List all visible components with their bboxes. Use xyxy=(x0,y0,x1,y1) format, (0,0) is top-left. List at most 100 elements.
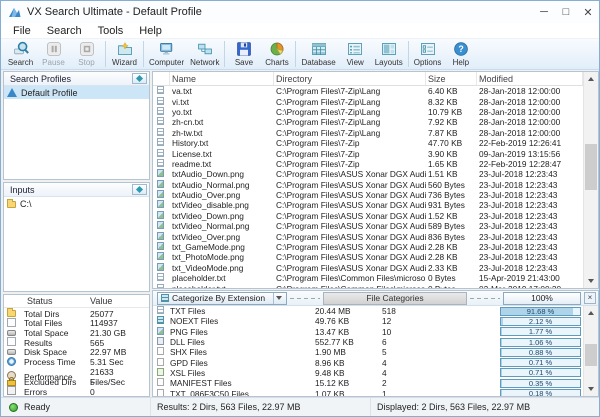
file-row[interactable]: zh-cn.txt C:\Program Files\7-Zip\Lang 7.… xyxy=(153,117,598,127)
modified-column-header[interactable]: Modified xyxy=(477,72,583,85)
file-row[interactable]: txt_VideoMode.png C:\Program Files\ASUS … xyxy=(153,263,598,273)
file-modified: 23-Jul-2018 12:23:43 xyxy=(477,169,583,179)
file-row[interactable]: txtVideo_Over.png C:\Program Files\ASUS … xyxy=(153,231,598,241)
category-row[interactable]: PNG Files 13.47 KB 10 1.77 % xyxy=(153,327,598,337)
panel-options-icon[interactable] xyxy=(132,184,147,195)
category-row[interactable]: GPD Files 8.96 KB 4 0.71 % xyxy=(153,357,598,367)
file-size: 7.87 KB xyxy=(426,128,477,138)
results-summary: Results: 2 Dirs, 563 Files, 22.97 MB xyxy=(157,402,301,412)
name-column-header[interactable]: Name xyxy=(170,72,274,85)
network-button[interactable]: Network xyxy=(187,40,222,69)
category-row[interactable]: SHX Files 1.90 MB 5 0.88 % xyxy=(153,347,598,357)
layouts-button[interactable]: Layouts xyxy=(372,40,406,69)
category-row[interactable]: MANIFEST Files 15.12 KB 2 0.35 % xyxy=(153,378,598,388)
file-row[interactable]: txtVideo_Down.png C:\Program Files\ASUS … xyxy=(153,211,598,221)
file-row[interactable]: License.txt C:\Program Files\7-Zip 3.90 … xyxy=(153,148,598,158)
file-row[interactable]: txt_GameMode.png C:\Program Files\ASUS X… xyxy=(153,242,598,252)
categories-panel: Categorize By Extension File Categories … xyxy=(152,290,599,397)
scrollbar-thumb[interactable] xyxy=(585,344,597,366)
category-name: NOEXT Files xyxy=(170,316,315,326)
file-row[interactable]: placeholder.txt C:\Program Files\Common … xyxy=(153,283,598,288)
category-row[interactable]: NOEXT Files 49.76 KB 12 2.12 % xyxy=(153,316,598,326)
file-row[interactable]: txtVideo_disable.png C:\Program Files\AS… xyxy=(153,200,598,210)
status-row: Total Space 21.30 GB xyxy=(4,328,149,338)
file-row[interactable]: txtAudio_Normal.png C:\Program Files\ASU… xyxy=(153,180,598,190)
value-column-header[interactable]: Value xyxy=(90,296,149,306)
file-row[interactable]: placeholder.txt C:\Program Files\Common … xyxy=(153,273,598,283)
file-row[interactable]: vi.txt C:\Program Files\7-Zip\Lang 8.32 … xyxy=(153,96,598,106)
file-name: va.txt xyxy=(170,86,274,96)
database-button[interactable]: Database xyxy=(298,40,338,69)
chevron-down-icon xyxy=(273,293,284,304)
window-title: VX Search Ultimate - Default Profile xyxy=(27,6,202,18)
file-row[interactable]: zh-tw.txt C:\Program Files\7-Zip\Lang 7.… xyxy=(153,128,598,138)
menu-item[interactable]: Tools xyxy=(90,25,132,37)
save-button[interactable]: Save xyxy=(227,40,260,69)
file-list-panel: Name Directory Size Modified va.txt C:\P… xyxy=(152,71,599,289)
toolbar: Search Pause Stop Wizard xyxy=(1,39,599,70)
ready-label: Ready xyxy=(24,402,50,412)
file-categories-button[interactable]: File Categories xyxy=(323,292,467,305)
categorize-dropdown-label: Categorize By Extension xyxy=(172,293,265,303)
file-row[interactable]: yo.txt C:\Program Files\7-Zip\Lang 10.79… xyxy=(153,107,598,117)
close-categories-icon[interactable]: × xyxy=(584,292,596,304)
file-row[interactable]: txtVideo_Normal.png C:\Program Files\ASU… xyxy=(153,221,598,231)
category-row[interactable]: DLL Files 552.77 KB 6 1.06 % xyxy=(153,337,598,347)
size-column-header[interactable]: Size xyxy=(426,72,477,85)
file-row[interactable]: txtAudio_Down.png C:\Program Files\ASUS … xyxy=(153,169,598,179)
file-list-scrollbar[interactable] xyxy=(583,72,598,288)
zoom-level-box[interactable]: 100% xyxy=(503,292,581,305)
file-row[interactable]: readme.txt C:\Program Files\7-Zip 1.65 K… xyxy=(153,159,598,169)
file-name: zh-cn.txt xyxy=(170,117,274,127)
file-size: 931 Bytes xyxy=(426,200,477,210)
maximize-button[interactable]: □ xyxy=(555,1,577,23)
menu-item[interactable]: Help xyxy=(131,25,170,37)
scroll-down-icon[interactable] xyxy=(584,274,598,288)
wizard-button[interactable]: Wizard xyxy=(108,40,141,69)
computer-button[interactable]: Computer xyxy=(146,40,187,69)
file-type-icon xyxy=(157,190,164,198)
categories-scrollbar[interactable] xyxy=(583,306,598,396)
category-count: 1 xyxy=(382,389,500,396)
options-button[interactable]: Options xyxy=(411,40,445,69)
profile-label: Default Profile xyxy=(21,88,78,98)
input-item[interactable]: C:\ xyxy=(4,197,149,210)
search-button[interactable]: Search xyxy=(4,40,37,69)
categorize-dropdown[interactable]: Categorize By Extension xyxy=(157,292,287,305)
scrollbar-thumb[interactable] xyxy=(585,144,597,190)
inputs-panel: Inputs C:\ xyxy=(3,182,150,292)
category-row[interactable]: TXT Files 20.44 MB 518 91.68 % xyxy=(153,306,598,316)
category-type-icon xyxy=(157,358,164,366)
status-bar: Ready Results: 2 Dirs, 563 Files, 22.97 … xyxy=(1,397,599,416)
file-row[interactable]: txtAudio_Over.png C:\Program Files\ASUS … xyxy=(153,190,598,200)
percent-label: 0.88 % xyxy=(501,349,580,357)
category-count: 4 xyxy=(382,358,500,368)
minimize-button[interactable]: ─ xyxy=(533,1,555,23)
charts-button[interactable]: Charts xyxy=(260,40,293,69)
file-row[interactable]: va.txt C:\Program Files\7-Zip\Lang 6.40 … xyxy=(153,86,598,96)
view-button[interactable]: View xyxy=(339,40,372,69)
menu-item[interactable]: Search xyxy=(39,25,90,37)
category-row[interactable]: TXT_086F3C50 Files 1.07 KB 1 0.18 % xyxy=(153,388,598,396)
help-button[interactable]: ? Help xyxy=(444,40,477,69)
profile-item[interactable]: Default Profile xyxy=(4,86,149,99)
search-profiles-header: Search Profiles xyxy=(4,72,149,86)
panel-options-icon[interactable] xyxy=(132,73,147,84)
status-column-header[interactable]: Status xyxy=(27,296,90,306)
directory-column-header[interactable]: Directory xyxy=(274,72,426,85)
percent-label: 91.68 % xyxy=(501,308,580,316)
scroll-up-icon[interactable] xyxy=(584,72,598,86)
category-name: PNG Files xyxy=(170,327,315,337)
scroll-down-icon[interactable] xyxy=(584,382,598,396)
category-count: 6 xyxy=(382,337,500,347)
file-modified: 28-Jan-2018 12:00:00 xyxy=(477,97,583,107)
category-percent-bar: 91.68 % xyxy=(500,307,581,316)
file-row[interactable]: txt_PhotoMode.png C:\Program Files\ASUS … xyxy=(153,252,598,262)
wizard-icon xyxy=(117,41,133,57)
file-row[interactable]: History.txt C:\Program Files\7-Zip 47.70… xyxy=(153,138,598,148)
close-button[interactable]: ✕ xyxy=(577,1,599,23)
menu-item[interactable]: File xyxy=(5,25,39,37)
category-percent-bar: 1.06 % xyxy=(500,338,581,347)
scroll-up-icon[interactable] xyxy=(584,306,598,320)
category-row[interactable]: XSL Files 9.48 KB 4 0.71 % xyxy=(153,368,598,378)
